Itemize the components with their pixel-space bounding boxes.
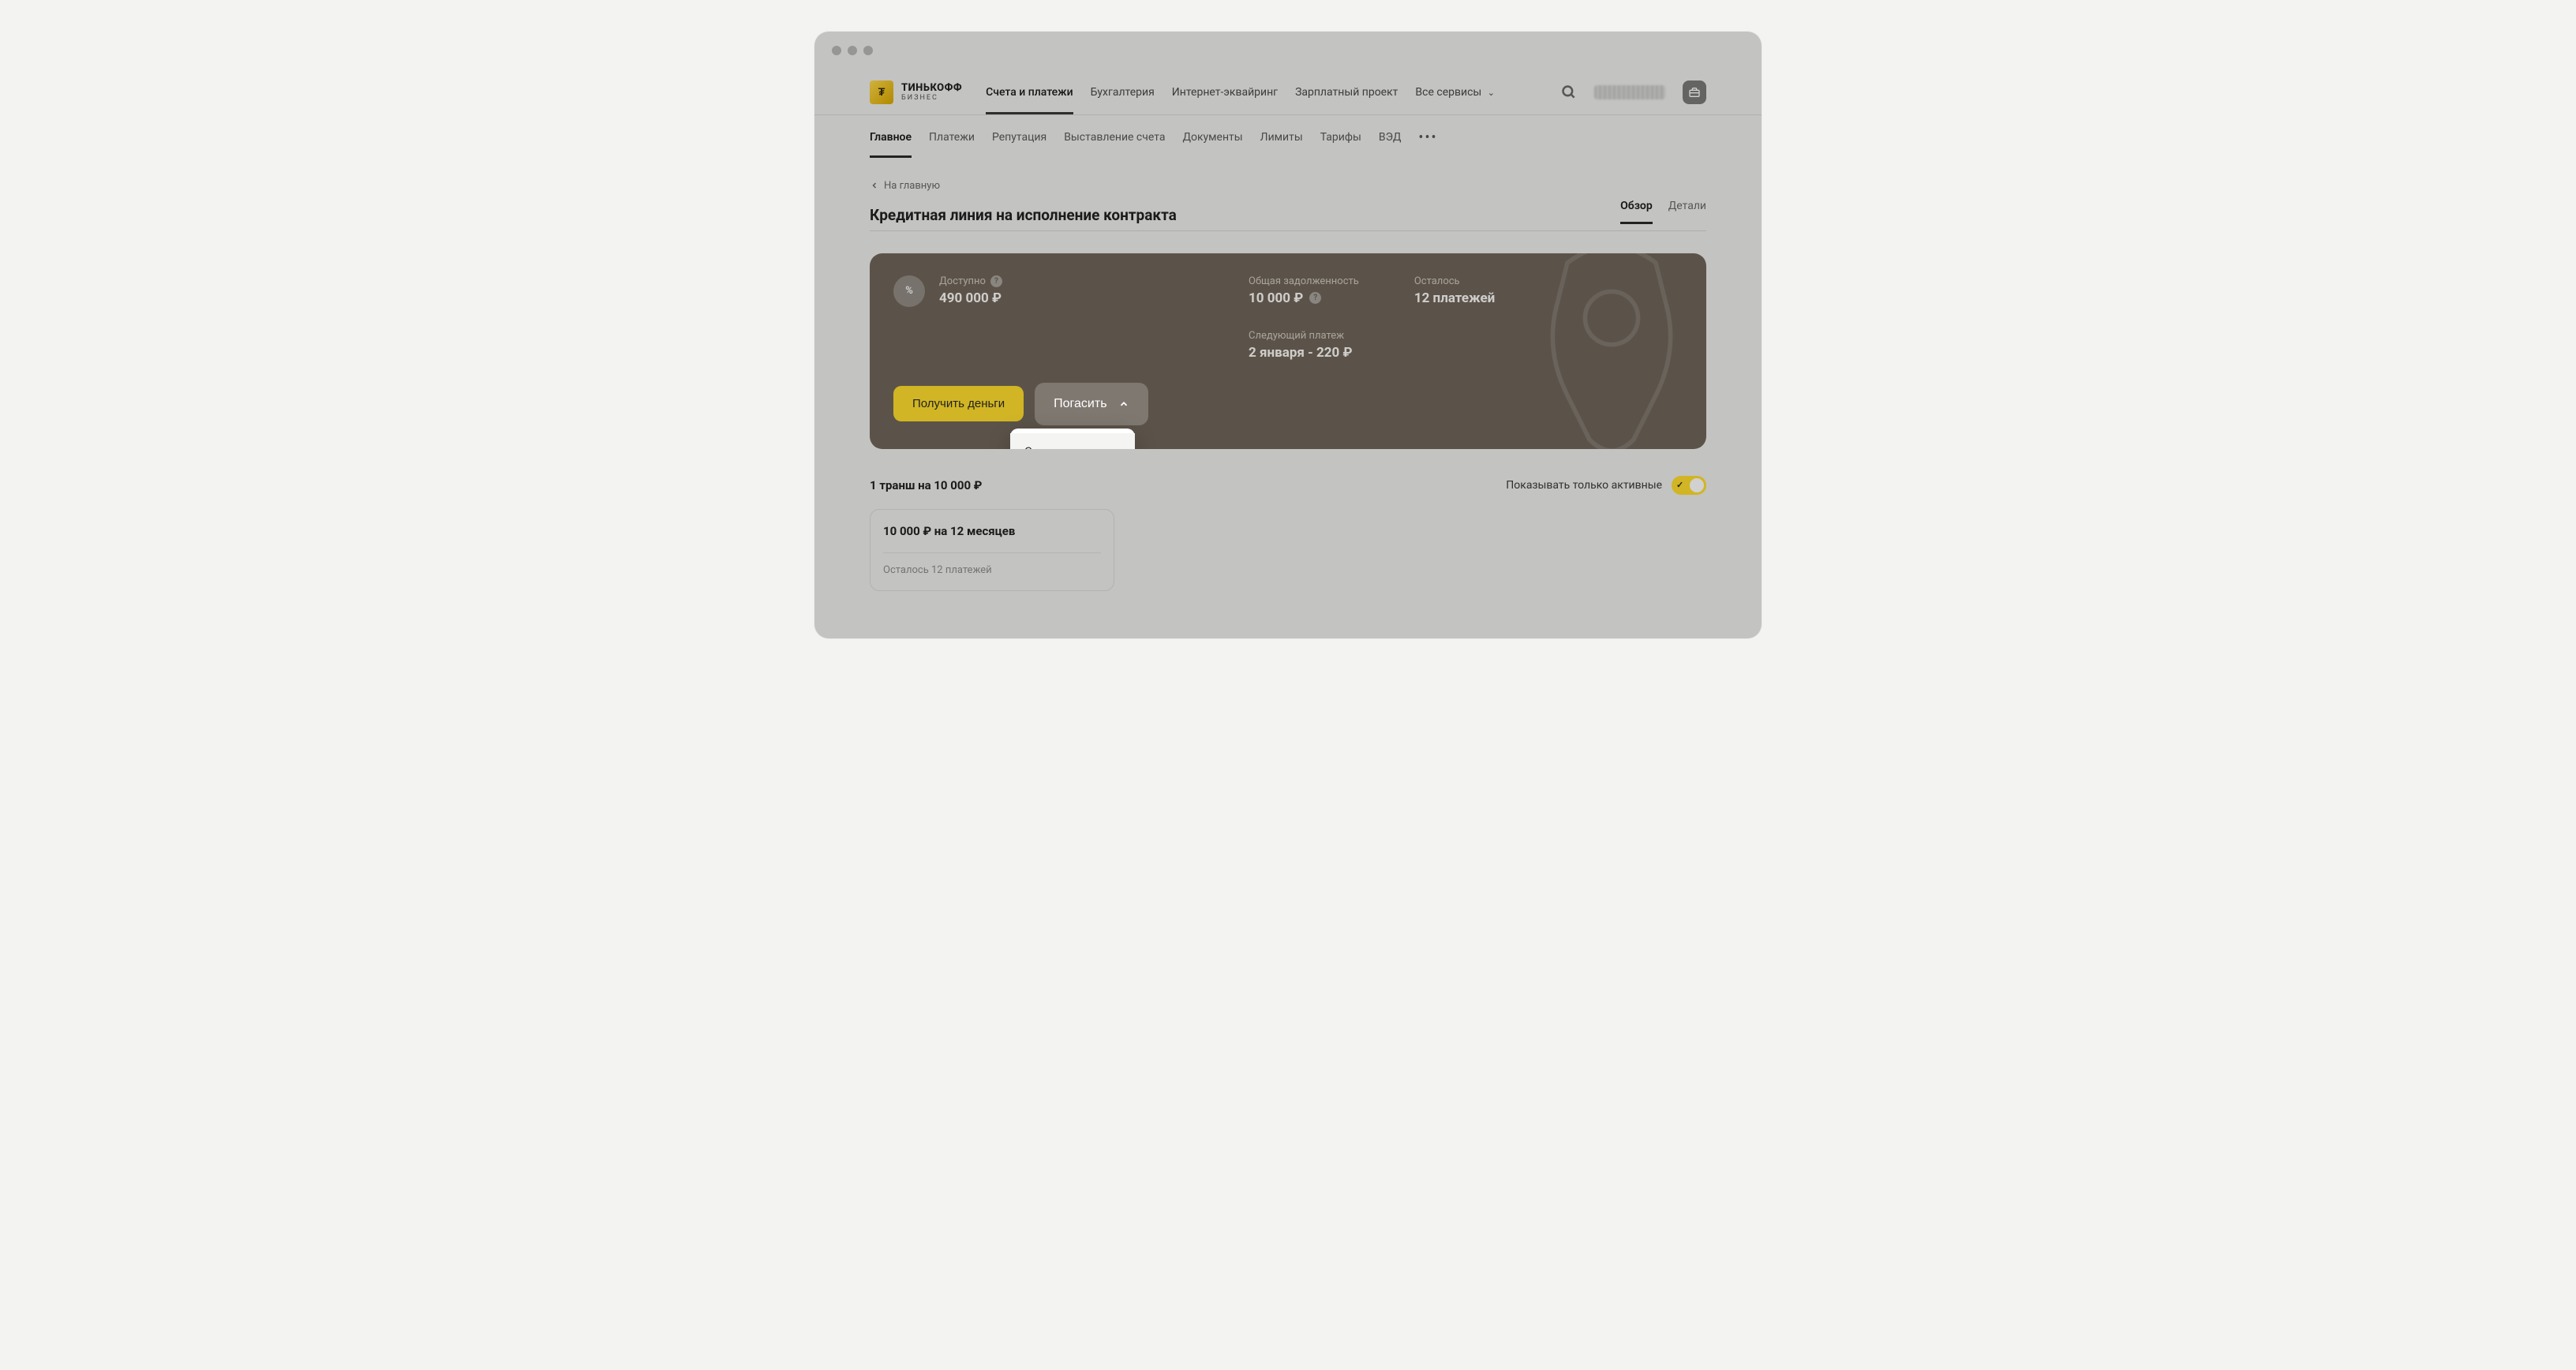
toggle-label: Показывать только активные xyxy=(1506,479,1662,492)
help-icon[interactable]: ? xyxy=(990,275,1002,287)
search-icon[interactable] xyxy=(1561,84,1577,100)
subnav-ved[interactable]: ВЭД xyxy=(1379,117,1402,158)
tranche-title: 10 000 ₽ на 12 месяцев xyxy=(883,524,1101,538)
page-title: Кредитная линия на исполнение контракта xyxy=(870,206,1177,224)
nav-accounting[interactable]: Бухгалтерия xyxy=(1091,70,1155,114)
chevron-up-icon xyxy=(1118,399,1129,410)
available-label: Доступно xyxy=(939,275,986,287)
back-link[interactable]: На главную xyxy=(870,180,940,192)
back-link-label: На главную xyxy=(884,180,940,192)
nav-all-services-label: Все сервисы xyxy=(1415,86,1481,99)
sub-nav: Главное Платежи Репутация Выставление сч… xyxy=(814,115,1762,159)
subnav-more-icon[interactable]: ••• xyxy=(1418,115,1437,160)
nav-all-services[interactable]: Все сервисы ⌄ xyxy=(1415,70,1495,114)
browser-frame: ₮ ТИНЬКОФФ БИЗНЕС Счета и платежи Бухгал… xyxy=(814,32,1762,638)
logo[interactable]: ₮ ТИНЬКОФФ БИЗНЕС xyxy=(870,80,962,104)
divider xyxy=(883,552,1101,553)
next-payment-label: Следующий платеж xyxy=(1249,330,1359,342)
remaining-label: Осталось xyxy=(1414,275,1495,287)
tab-details[interactable]: Детали xyxy=(1668,200,1706,224)
active-only-toggle[interactable]: ✓ xyxy=(1672,476,1706,495)
toggle-knob xyxy=(1690,478,1704,492)
help-icon[interactable]: ? xyxy=(1309,292,1321,304)
chevron-down-icon: ⌄ xyxy=(1488,88,1495,98)
get-money-button[interactable]: Получить деньги xyxy=(893,386,1024,421)
top-nav-items: Счета и платежи Бухгалтерия Интернет-экв… xyxy=(986,70,1495,114)
repay-dropdown: С моего счета Переводом xyxy=(1010,429,1135,449)
view-tabs: Обзор Детали xyxy=(1620,200,1706,224)
repay-button-label: Погасить xyxy=(1054,397,1106,411)
window-dot xyxy=(863,46,873,55)
subnav-reputation[interactable]: Репутация xyxy=(992,117,1046,158)
subnav-payments[interactable]: Платежи xyxy=(929,117,975,158)
percent-icon: % xyxy=(893,275,925,307)
debt-value: 10 000 ₽ xyxy=(1249,290,1303,306)
org-name-blurred xyxy=(1594,85,1665,99)
logo-sub: БИЗНЕС xyxy=(901,94,962,102)
debt-label: Общая задолженность xyxy=(1249,275,1359,287)
check-icon: ✓ xyxy=(1676,480,1683,490)
top-nav: ₮ ТИНЬКОФФ БИЗНЕС Счета и платежи Бухгал… xyxy=(814,69,1762,115)
subnav-documents[interactable]: Документы xyxy=(1182,117,1242,158)
available-value: 490 000 ₽ xyxy=(939,290,1002,306)
next-payment-value: 2 января - 220 ₽ xyxy=(1249,345,1359,361)
dropdown-item-label: С моего счета xyxy=(1024,444,1103,449)
page-content: На главную Кредитная линия на исполнение… xyxy=(814,159,1762,638)
subnav-main[interactable]: Главное xyxy=(870,117,912,158)
tab-overview[interactable]: Обзор xyxy=(1620,200,1653,224)
credit-line-hero: % Доступно ? 490 000 ₽ Общая задолженнос… xyxy=(870,253,1706,449)
dropdown-item-from-account[interactable]: С моего счета xyxy=(1010,433,1135,449)
nav-acquiring[interactable]: Интернет-эквайринг xyxy=(1172,70,1278,114)
window-dot xyxy=(848,46,857,55)
logo-brand: ТИНЬКОФФ xyxy=(901,82,962,94)
briefcase-icon[interactable] xyxy=(1683,80,1706,104)
repay-button[interactable]: Погасить xyxy=(1035,383,1148,425)
logo-shield-icon: ₮ xyxy=(870,80,893,104)
nav-payroll[interactable]: Зарплатный проект xyxy=(1295,70,1398,114)
nav-accounts-payments[interactable]: Счета и платежи xyxy=(986,70,1073,114)
divider xyxy=(870,230,1706,231)
chevron-left-icon xyxy=(870,181,879,190)
window-controls xyxy=(814,32,1762,69)
tranche-card[interactable]: 10 000 ₽ на 12 месяцев Осталось 12 плате… xyxy=(870,509,1114,591)
tranche-sub: Осталось 12 платежей xyxy=(883,564,1101,576)
window-dot xyxy=(832,46,841,55)
subnav-invoicing[interactable]: Выставление счета xyxy=(1064,117,1165,158)
remaining-value: 12 платежей xyxy=(1414,290,1495,306)
tranche-summary: 1 транш на 10 000 ₽ xyxy=(870,478,982,492)
subnav-limits[interactable]: Лимиты xyxy=(1260,117,1303,158)
subnav-tariffs[interactable]: Тарифы xyxy=(1320,117,1361,158)
